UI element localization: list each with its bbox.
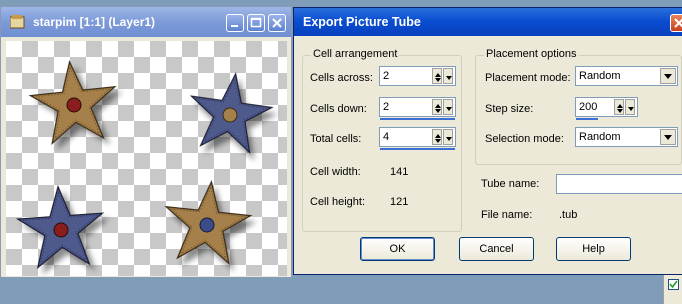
placement-mode-dropdown[interactable]: Random <box>575 66 678 86</box>
spin-up-button[interactable] <box>432 99 442 115</box>
total-cells-label: Total cells: <box>310 133 362 145</box>
spin-down-icon <box>446 76 452 80</box>
ok-button[interactable]: OK <box>360 237 435 261</box>
step-size-label: Step size: <box>485 103 534 115</box>
cell-width-value: 141 <box>390 166 409 178</box>
maximize-button[interactable] <box>247 14 265 32</box>
selection-mode-label: Selection mode: <box>485 133 564 145</box>
cells-across-spinbox[interactable]: 2 <box>379 66 456 86</box>
close-icon <box>272 18 282 28</box>
spin-down-button[interactable] <box>443 129 453 145</box>
spin-down-icon <box>446 137 452 141</box>
checkbox[interactable] <box>668 279 679 290</box>
minimize-button[interactable] <box>226 14 244 32</box>
spin-down-button[interactable] <box>443 99 453 115</box>
close-button[interactable] <box>268 14 286 32</box>
background-panel-strip <box>663 275 682 304</box>
dropdown-arrow-icon <box>664 135 672 140</box>
total-cells-value[interactable]: 4 <box>383 131 389 143</box>
cells-down-label: Cells down: <box>310 103 367 115</box>
selection-mode-dropdown[interactable]: Random <box>575 127 678 147</box>
spin-down-icon <box>446 107 452 111</box>
tube-name-input[interactable] <box>556 174 682 194</box>
focus-underline <box>380 118 455 120</box>
spin-up-icon <box>435 134 441 143</box>
close-icon <box>674 18 682 28</box>
spin-down-button[interactable] <box>625 99 635 115</box>
stars-image <box>15 56 277 270</box>
spin-up-button[interactable] <box>432 68 442 84</box>
help-button[interactable]: Help <box>556 237 631 261</box>
spin-up-icon <box>435 73 441 82</box>
blue-button <box>199 217 215 233</box>
spin-down-button[interactable] <box>443 68 453 84</box>
dropdown-arrow-icon <box>664 74 672 79</box>
maximize-icon <box>250 17 262 28</box>
cell-width-label: Cell width: <box>310 166 361 178</box>
image-window-titlebar[interactable]: starpim [1:1] (Layer1) <box>1 7 291 37</box>
image-canvas[interactable] <box>6 41 287 276</box>
focus-underline <box>576 118 598 120</box>
cancel-button[interactable]: Cancel <box>459 237 534 261</box>
export-picture-tube-dialog: Export Picture Tube Cell arrangement Cel… <box>293 7 682 275</box>
checkbox-check-icon <box>669 280 678 289</box>
dialog-title: Export Picture Tube <box>303 15 421 29</box>
cell-height-label: Cell height: <box>310 196 366 208</box>
red-button <box>53 222 69 238</box>
dialog-titlebar[interactable]: Export Picture Tube <box>294 8 682 36</box>
selection-mode-value: Random <box>579 131 621 143</box>
cell-height-value: 121 <box>390 196 409 208</box>
step-size-spinbox[interactable]: 200 <box>575 97 638 120</box>
image-window-title: starpim [1:1] (Layer1) <box>33 15 156 29</box>
spin-up-button[interactable] <box>614 99 624 115</box>
placement-mode-label: Placement mode: <box>485 72 571 84</box>
focus-underline <box>380 148 455 150</box>
spin-down-icon <box>628 107 634 111</box>
dropdown-arrow-button[interactable] <box>660 129 676 145</box>
minimize-icon <box>231 25 238 27</box>
tan-button <box>222 107 238 123</box>
placement-options-group-label: Placement options <box>484 48 579 60</box>
spin-up-icon <box>617 104 623 113</box>
file-name-value: .tub <box>559 209 578 221</box>
placement-mode-value: Random <box>579 70 621 82</box>
cells-across-label: Cells across: <box>310 72 373 84</box>
dropdown-arrow-button[interactable] <box>660 68 676 84</box>
cells-down-value[interactable]: 2 <box>383 101 389 113</box>
cells-across-value[interactable]: 2 <box>383 70 389 82</box>
dialog-close-button[interactable] <box>670 14 682 32</box>
file-name-label: File name: <box>481 209 533 221</box>
red-button <box>66 97 82 113</box>
step-size-value[interactable]: 200 <box>579 101 597 113</box>
total-cells-spinbox[interactable]: 4 <box>379 127 456 150</box>
spin-up-button[interactable] <box>432 129 442 145</box>
cell-arrangement-group-label: Cell arrangement <box>311 48 400 60</box>
tube-name-label: Tube name: <box>481 178 540 190</box>
cells-down-spinbox[interactable]: 2 <box>379 97 456 120</box>
spin-up-icon <box>435 104 441 113</box>
image-window: starpim [1:1] (Layer1) <box>0 6 292 278</box>
app-icon <box>10 15 25 29</box>
